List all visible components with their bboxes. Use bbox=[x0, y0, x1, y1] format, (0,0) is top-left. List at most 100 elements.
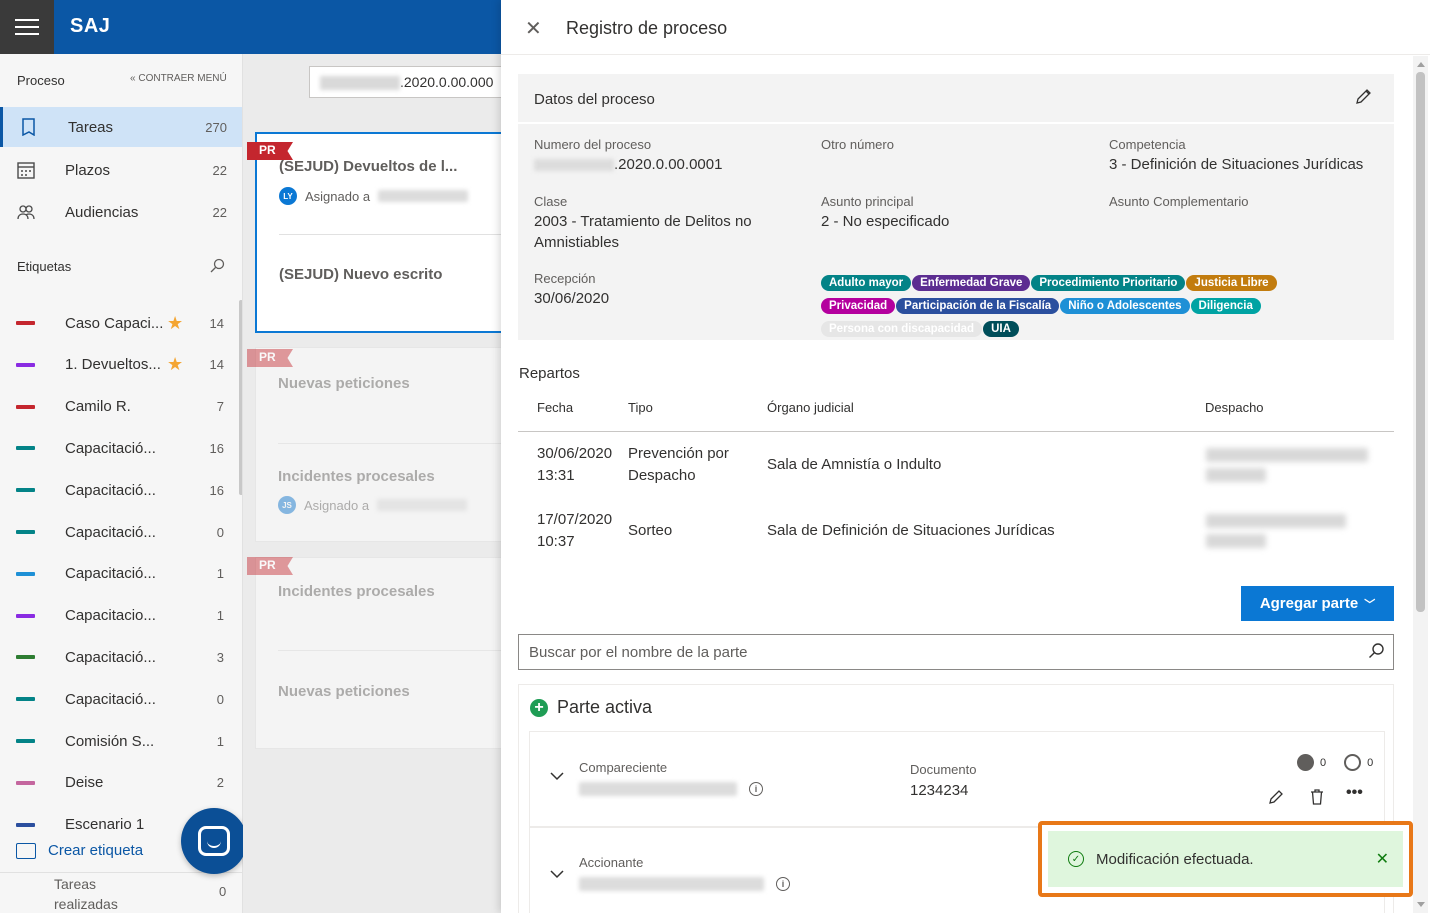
field-label: Asunto Complementario bbox=[1109, 194, 1249, 209]
hamburger-menu-button[interactable] bbox=[0, 0, 54, 54]
task-list: .2020.0.00.000 (SEJUD) Devueltos de l...… bbox=[243, 54, 501, 913]
assignments-title: Repartos bbox=[519, 365, 580, 382]
avatar: LY bbox=[279, 187, 297, 205]
tag-label: Deise bbox=[65, 774, 104, 792]
tag-label: Capacitació... bbox=[65, 481, 156, 499]
task-title[interactable]: Incidentes procesales bbox=[278, 468, 435, 485]
competence-value: 3 - Definición de Situaciones Jurídicas bbox=[1109, 156, 1364, 173]
tag-color-bar bbox=[16, 655, 35, 660]
info-icon[interactable]: i bbox=[776, 877, 790, 891]
assignment-type: Prevención por Despacho bbox=[628, 445, 729, 484]
tag-count: 16 bbox=[209, 482, 224, 498]
party-counters: 0 0 bbox=[1297, 754, 1373, 771]
assignment-date: 17/07/2020 10:37 bbox=[537, 511, 613, 550]
toast-message: Modificación efectuada. bbox=[1096, 850, 1254, 868]
tag-color-bar bbox=[16, 530, 35, 534]
delete-trash-icon[interactable] bbox=[1310, 789, 1324, 810]
document-label: Documento bbox=[910, 762, 977, 777]
tag-color-bar bbox=[16, 613, 35, 618]
task-card[interactable]: (SEJUD) Devueltos de l... LY Asignado a … bbox=[255, 132, 501, 333]
sidebar-item-tareas[interactable]: Tareas 270 bbox=[0, 107, 242, 147]
task-title[interactable]: Nuevas peticiones bbox=[278, 683, 410, 700]
sidebar-tag-item[interactable]: Camilo R. 7 bbox=[0, 386, 240, 428]
scroll-down-icon[interactable] bbox=[1417, 902, 1425, 907]
completed-tasks-count: 0 bbox=[219, 884, 227, 899]
tag-color-bar bbox=[16, 404, 35, 409]
chevron-down-icon[interactable] bbox=[550, 768, 564, 784]
sidebar-tag-item[interactable]: 1. Devueltos... ★ 14 bbox=[0, 344, 240, 386]
task-card[interactable]: Nuevas peticiones Incidentes procesales … bbox=[255, 347, 501, 542]
sidebar-tag-item[interactable]: Capacitacio... 1 bbox=[0, 595, 240, 637]
create-tag-button[interactable]: Crear etiqueta bbox=[16, 842, 143, 859]
party-row[interactable]: Compareciente i Documento 1234234 0 0 ••… bbox=[529, 731, 1385, 827]
completed-tasks-link[interactable]: Tareas realizadas bbox=[54, 874, 134, 913]
check-circle-icon: ✓ bbox=[1068, 851, 1084, 867]
chat-launcher-button[interactable] bbox=[181, 808, 247, 874]
sidebar-item-plazos[interactable]: Plazos 22 bbox=[0, 150, 242, 190]
info-icon[interactable]: i bbox=[749, 782, 763, 796]
avatar: JS bbox=[278, 496, 296, 514]
edit-pencil-icon[interactable] bbox=[1355, 88, 1372, 110]
tag-chip: Procedimiento Prioritario bbox=[1031, 275, 1186, 291]
sidebar-item-audiencias[interactable]: Audiencias 22 bbox=[0, 192, 242, 232]
field-label: Competencia bbox=[1109, 137, 1186, 152]
sidebar-tag-item[interactable]: Deise 2 bbox=[0, 762, 240, 804]
sidebar-tag-item[interactable]: Capacitació... 1 bbox=[0, 553, 240, 595]
task-assignee: LY Asignado a bbox=[279, 187, 469, 205]
sidebar-tag-item[interactable]: Capacitació... 0 bbox=[0, 511, 240, 553]
reception-date-value: 30/06/2020 bbox=[534, 290, 610, 307]
tags-search-icon[interactable] bbox=[210, 258, 225, 277]
field-label: Clase bbox=[534, 194, 568, 209]
sidebar-tag-item[interactable]: Capacitació... 16 bbox=[0, 427, 240, 469]
task-title[interactable]: Nuevas peticiones bbox=[278, 375, 410, 392]
party-search-input[interactable] bbox=[519, 635, 1359, 669]
sidebar-tag-item[interactable]: Capacitació... 3 bbox=[0, 636, 240, 678]
tag-color-bar bbox=[16, 446, 35, 451]
document-value: 1234234 bbox=[910, 782, 969, 799]
menu-icon bbox=[15, 26, 39, 28]
app-brand: SAJ bbox=[70, 15, 111, 37]
task-title[interactable]: (SEJUD) Devueltos de l... bbox=[279, 158, 457, 175]
edit-pencil-icon[interactable] bbox=[1268, 789, 1284, 810]
assignment-date: 30/06/2020 13:31 bbox=[537, 445, 613, 484]
panel-scrollbar[interactable] bbox=[1413, 56, 1428, 913]
tag-chip: UIA bbox=[983, 321, 1019, 337]
tag-label: Capacitació... bbox=[65, 565, 156, 583]
sidebar-tag-item[interactable]: Capacitació... 0 bbox=[0, 678, 240, 720]
tag-count: 0 bbox=[216, 691, 224, 707]
tag-count: 16 bbox=[209, 440, 224, 456]
book-icon bbox=[19, 117, 39, 137]
sidebar-tag-item[interactable]: Caso Capaci... ★ 14 bbox=[0, 302, 240, 344]
add-tag-icon bbox=[16, 842, 36, 859]
tag-label: Caso Capaci... bbox=[65, 314, 164, 332]
process-data-title: Datos del proceso bbox=[534, 91, 655, 108]
task-title[interactable]: (SEJUD) Nuevo escrito bbox=[279, 266, 442, 283]
process-data-header: Datos del proceso bbox=[518, 74, 1394, 124]
sidebar-tag-item[interactable]: Capacitació... 16 bbox=[0, 469, 240, 511]
comment-icon bbox=[1344, 754, 1362, 771]
collapse-menu-button[interactable]: « CONTRAER MENÚ bbox=[130, 73, 227, 84]
panel-divider bbox=[501, 54, 1430, 55]
chevron-down-icon[interactable] bbox=[550, 866, 564, 882]
tag-label: Capacitacio... bbox=[65, 607, 156, 625]
star-icon[interactable]: ★ bbox=[167, 313, 183, 334]
sidebar-tag-item[interactable]: Comisión S... 1 bbox=[0, 720, 240, 762]
add-circle-icon[interactable]: + bbox=[530, 698, 548, 717]
star-icon[interactable]: ★ bbox=[167, 354, 183, 375]
scroll-up-icon[interactable] bbox=[1417, 62, 1425, 67]
add-party-button[interactable]: Agregar parte ﹀ bbox=[1241, 586, 1394, 621]
field-label: Otro número bbox=[821, 137, 894, 152]
tag-color-bar bbox=[16, 697, 35, 702]
search-icon[interactable] bbox=[1368, 642, 1385, 664]
task-title[interactable]: Incidentes procesales bbox=[278, 583, 435, 600]
tag-chip: Niño o Adolescentes bbox=[1060, 298, 1190, 314]
task-card[interactable]: Incidentes procesales Nuevas peticiones bbox=[255, 557, 501, 749]
tag-label: Comisión S... bbox=[65, 732, 155, 750]
scroll-thumb[interactable] bbox=[1416, 72, 1425, 612]
process-search-input[interactable]: .2020.0.00.000 bbox=[309, 66, 501, 98]
close-icon[interactable]: ✕ bbox=[525, 16, 542, 41]
tag-label: Capacitació... bbox=[65, 439, 156, 457]
party-role: Accionante bbox=[579, 855, 644, 870]
more-options-icon[interactable]: ••• bbox=[1346, 784, 1363, 802]
close-icon[interactable]: ✕ bbox=[1376, 849, 1389, 869]
